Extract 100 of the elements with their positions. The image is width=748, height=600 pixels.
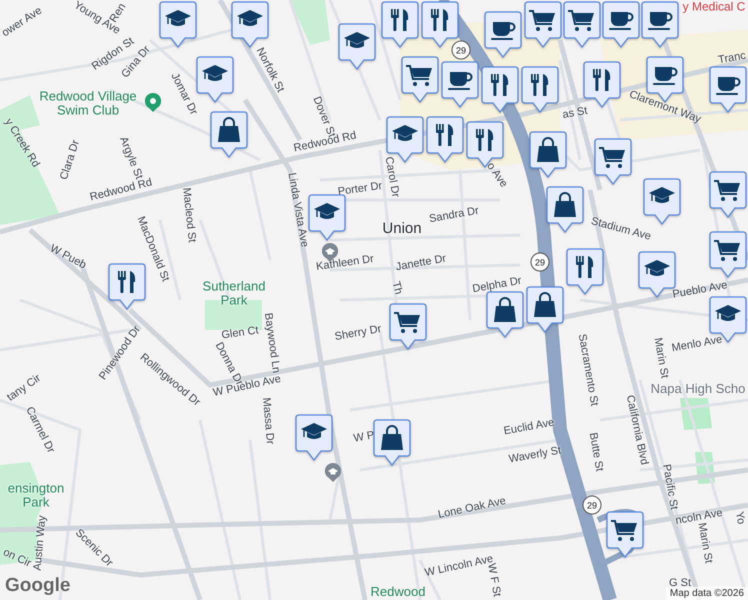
map-marker[interactable] xyxy=(159,1,197,49)
graduation-cap-icon xyxy=(314,203,340,219)
coffee-cup-icon xyxy=(491,22,516,40)
park-label: ensington Park xyxy=(6,481,66,509)
map-marker[interactable] xyxy=(594,138,632,186)
street-label: Glen Ct xyxy=(220,324,260,342)
map-marker[interactable] xyxy=(641,1,679,49)
route-shield: 29 xyxy=(530,252,550,272)
map-marker[interactable] xyxy=(709,231,747,279)
route-shield: 29 xyxy=(582,496,602,514)
map-marker[interactable] xyxy=(481,66,519,114)
map-marker[interactable] xyxy=(466,121,504,169)
graduation-cap-icon xyxy=(715,305,741,321)
fork-knife-icon xyxy=(436,124,454,146)
fork-knife-icon xyxy=(531,74,548,96)
map-marker[interactable] xyxy=(566,248,604,296)
place-label: Napa High Scho xyxy=(650,382,746,396)
shopping-cart-icon xyxy=(394,312,420,333)
street-label: Janette Dr xyxy=(394,252,448,274)
graduation-cap-icon xyxy=(649,187,675,203)
street-label: Tranc xyxy=(717,50,747,66)
shopping-bag-icon xyxy=(537,137,559,162)
street-label: tany Cir xyxy=(5,372,43,404)
street-label: Waverly St xyxy=(508,444,562,466)
map-logo[interactable]: Google xyxy=(5,575,70,597)
street-label: Delpha Dr xyxy=(472,274,522,296)
graduation-cap-icon xyxy=(165,10,191,26)
street-label: Austin Way xyxy=(32,514,48,572)
map-marker[interactable] xyxy=(486,291,524,339)
map-marker[interactable] xyxy=(373,419,411,467)
map-marker[interactable] xyxy=(210,111,248,159)
map-marker[interactable] xyxy=(295,414,333,462)
street-label: W P xyxy=(352,429,376,445)
graduation-cap-icon xyxy=(344,32,370,48)
park-area xyxy=(290,0,330,45)
attribution-text[interactable]: Map data ©2026 xyxy=(666,587,748,600)
street-label: Linda Vista Ave xyxy=(286,172,310,248)
street-label: Menlo Ave xyxy=(670,334,724,354)
map-marker[interactable] xyxy=(526,286,564,334)
map-marker[interactable] xyxy=(643,178,681,226)
street-label: Sherry Dr xyxy=(334,322,382,344)
shopping-bag-icon xyxy=(494,297,516,322)
map-marker[interactable] xyxy=(421,1,459,49)
place-label: Redwood Village Swim Club xyxy=(38,89,138,117)
graduation-cap-icon xyxy=(301,423,327,439)
map-marker[interactable] xyxy=(484,11,522,59)
map-marker[interactable] xyxy=(231,1,269,49)
map-marker[interactable] xyxy=(308,194,346,242)
shopping-bag-icon xyxy=(218,117,240,142)
street-label: W Pueb xyxy=(48,242,88,272)
park-area xyxy=(695,452,715,484)
coffee-cup-icon xyxy=(648,12,672,30)
shopping-cart-icon xyxy=(714,240,740,261)
map-marker[interactable] xyxy=(426,116,464,164)
street-label: Massa Dr xyxy=(260,397,276,445)
street-label: Sandra Dr xyxy=(428,204,480,226)
park-label: Redwood xyxy=(370,585,426,599)
shopping-bag-icon xyxy=(554,192,576,217)
street-label: Marin St xyxy=(652,336,670,380)
map-marker[interactable] xyxy=(563,1,601,49)
street-label: Carol Dr xyxy=(382,156,402,198)
map-marker[interactable] xyxy=(606,511,644,559)
map-marker[interactable] xyxy=(381,1,419,49)
map-marker[interactable] xyxy=(709,171,747,219)
shopping-cart-icon xyxy=(714,180,740,201)
map-marker[interactable] xyxy=(401,56,439,104)
map-marker[interactable] xyxy=(602,1,640,49)
map-marker[interactable] xyxy=(546,186,584,234)
street-label: W F St xyxy=(485,562,503,598)
graduation-cap-icon xyxy=(644,260,670,276)
map-marker[interactable] xyxy=(196,56,234,104)
map-marker[interactable] xyxy=(521,66,559,114)
shopping-cart-icon xyxy=(568,10,594,31)
fork-knife-icon xyxy=(593,69,610,91)
street-label: Butte St xyxy=(586,432,606,472)
street-label: Kathleen Dr xyxy=(315,252,375,274)
street-label: Porter Dr xyxy=(337,180,383,198)
street-label: on Cir xyxy=(1,546,33,570)
street-label: Stadium Ave xyxy=(590,215,652,243)
street-label: Macleod St xyxy=(180,187,198,243)
swimming-pool-pin-icon[interactable] xyxy=(145,93,161,112)
fork-knife-icon xyxy=(491,74,508,96)
street-label: Clara Dr xyxy=(58,138,82,182)
school-pin-icon[interactable] xyxy=(325,463,341,482)
street-label: Lone Oak Ave xyxy=(437,494,507,522)
map-marker[interactable] xyxy=(529,131,567,179)
map-marker[interactable] xyxy=(524,1,562,49)
map-marker[interactable] xyxy=(709,66,747,114)
fork-knife-icon xyxy=(576,256,594,278)
fork-knife-icon xyxy=(118,271,136,293)
street-label: Baywood Ln xyxy=(262,312,282,374)
coffee-cup-icon xyxy=(653,67,678,85)
map-marker[interactable] xyxy=(441,61,479,109)
park-label: Sutherland Park xyxy=(202,279,266,307)
map-marker[interactable] xyxy=(389,303,427,351)
coffee-cup-icon xyxy=(609,12,634,30)
map-marker[interactable] xyxy=(338,23,376,71)
place-label: y Medical C xyxy=(682,0,746,14)
street-label: G St xyxy=(669,576,691,589)
coffee-cup-icon xyxy=(716,77,740,95)
